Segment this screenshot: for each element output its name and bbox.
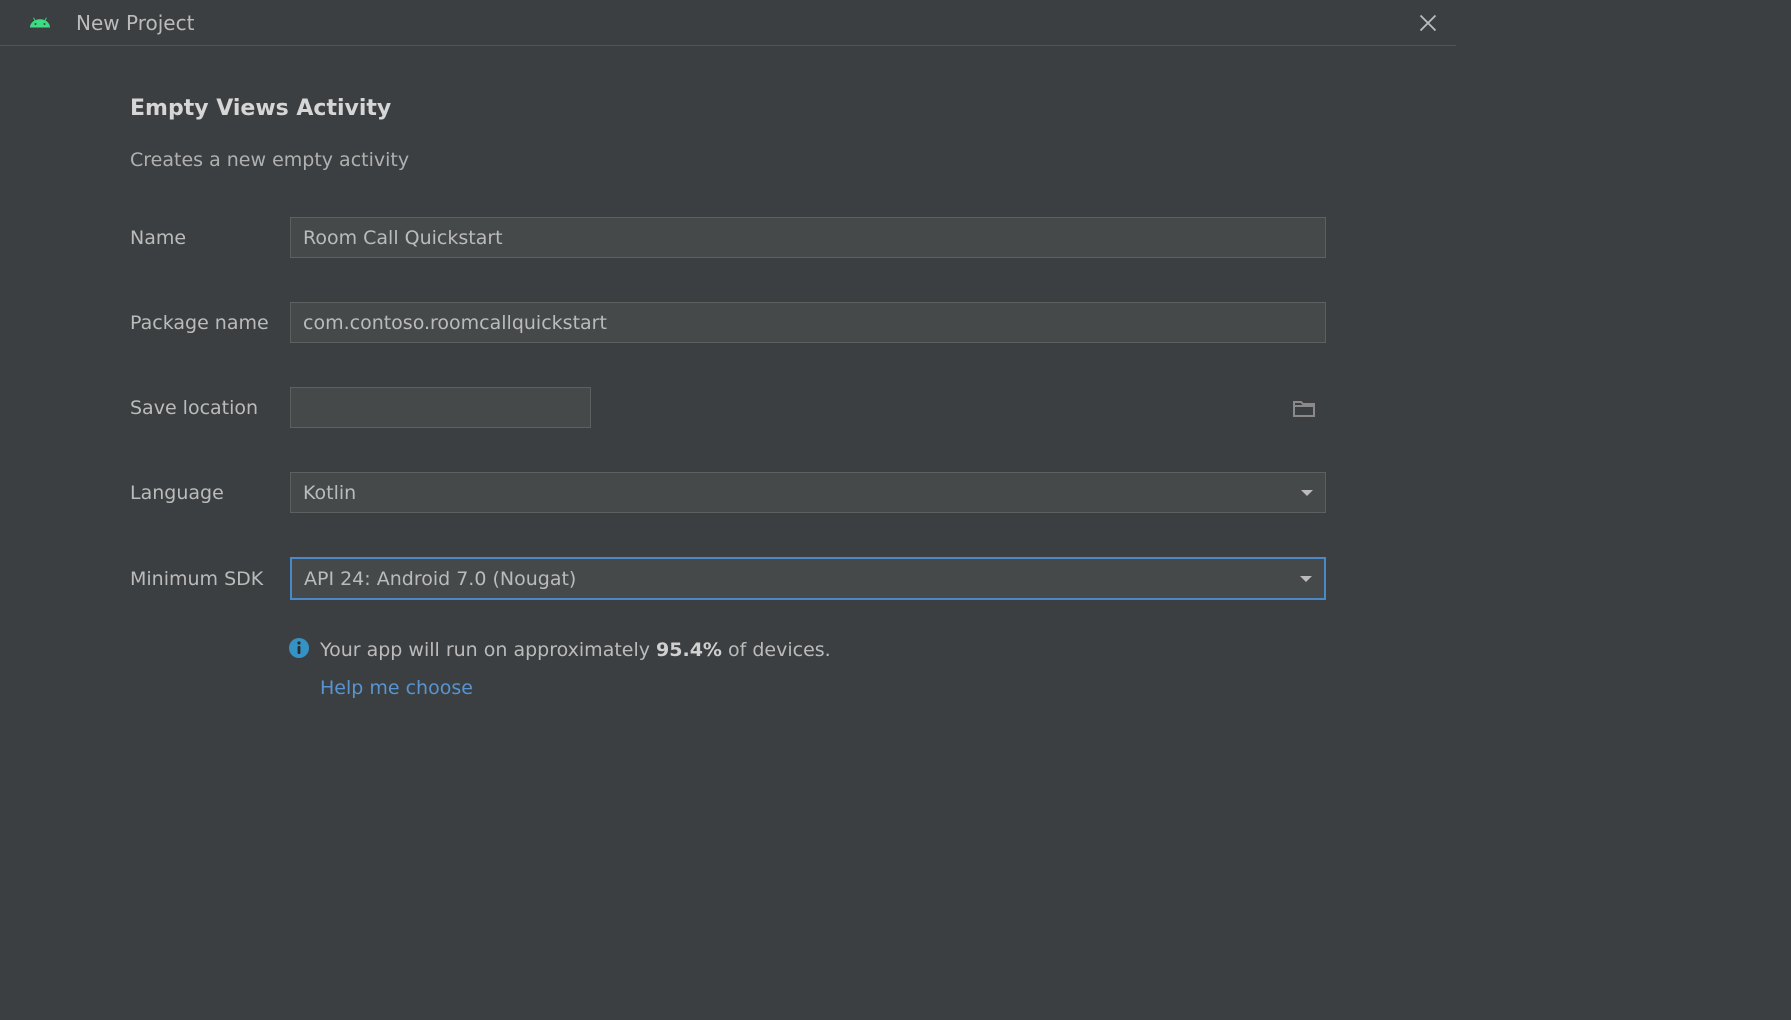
chevron-down-icon [1300,575,1312,583]
titlebar: New Project [0,0,1456,46]
close-button[interactable] [1418,13,1438,33]
close-icon [1418,13,1438,33]
name-input[interactable] [290,217,1326,258]
language-select[interactable]: Kotlin [290,472,1326,513]
minimum-sdk-label: Minimum SDK [130,568,290,590]
language-label: Language [130,482,290,504]
dialog-title: New Project [76,11,194,35]
android-icon [28,11,52,35]
package-name-input[interactable] [290,302,1326,343]
language-row: Language Kotlin [130,472,1326,513]
save-location-input[interactable] [290,387,591,428]
help-me-choose-link[interactable]: Help me choose [320,672,831,704]
package-name-label: Package name [130,312,290,334]
sdk-info-row: Your app will run on approximately 95.4%… [130,634,1326,705]
info-icon [288,637,310,659]
minimum-sdk-select[interactable]: API 24: Android 7.0 (Nougat) [290,557,1326,600]
language-select-value: Kotlin [303,482,356,504]
package-name-row: Package name [130,302,1326,343]
name-row: Name [130,217,1326,258]
sdk-info-text: Your app will run on approximately 95.4%… [320,634,831,705]
chevron-down-icon [1301,489,1313,497]
folder-browse-icon[interactable] [1292,398,1316,418]
save-location-row: Save location [130,387,1326,428]
minimum-sdk-row: Minimum SDK API 24: Android 7.0 (Nougat) [130,557,1326,600]
content-area: Empty Views Activity Creates a new empty… [0,46,1456,755]
page-heading: Empty Views Activity [130,96,1326,121]
save-location-label: Save location [130,397,290,419]
name-label: Name [130,227,290,249]
minimum-sdk-select-value: API 24: Android 7.0 (Nougat) [304,568,576,590]
page-subheading: Creates a new empty activity [130,149,1326,171]
